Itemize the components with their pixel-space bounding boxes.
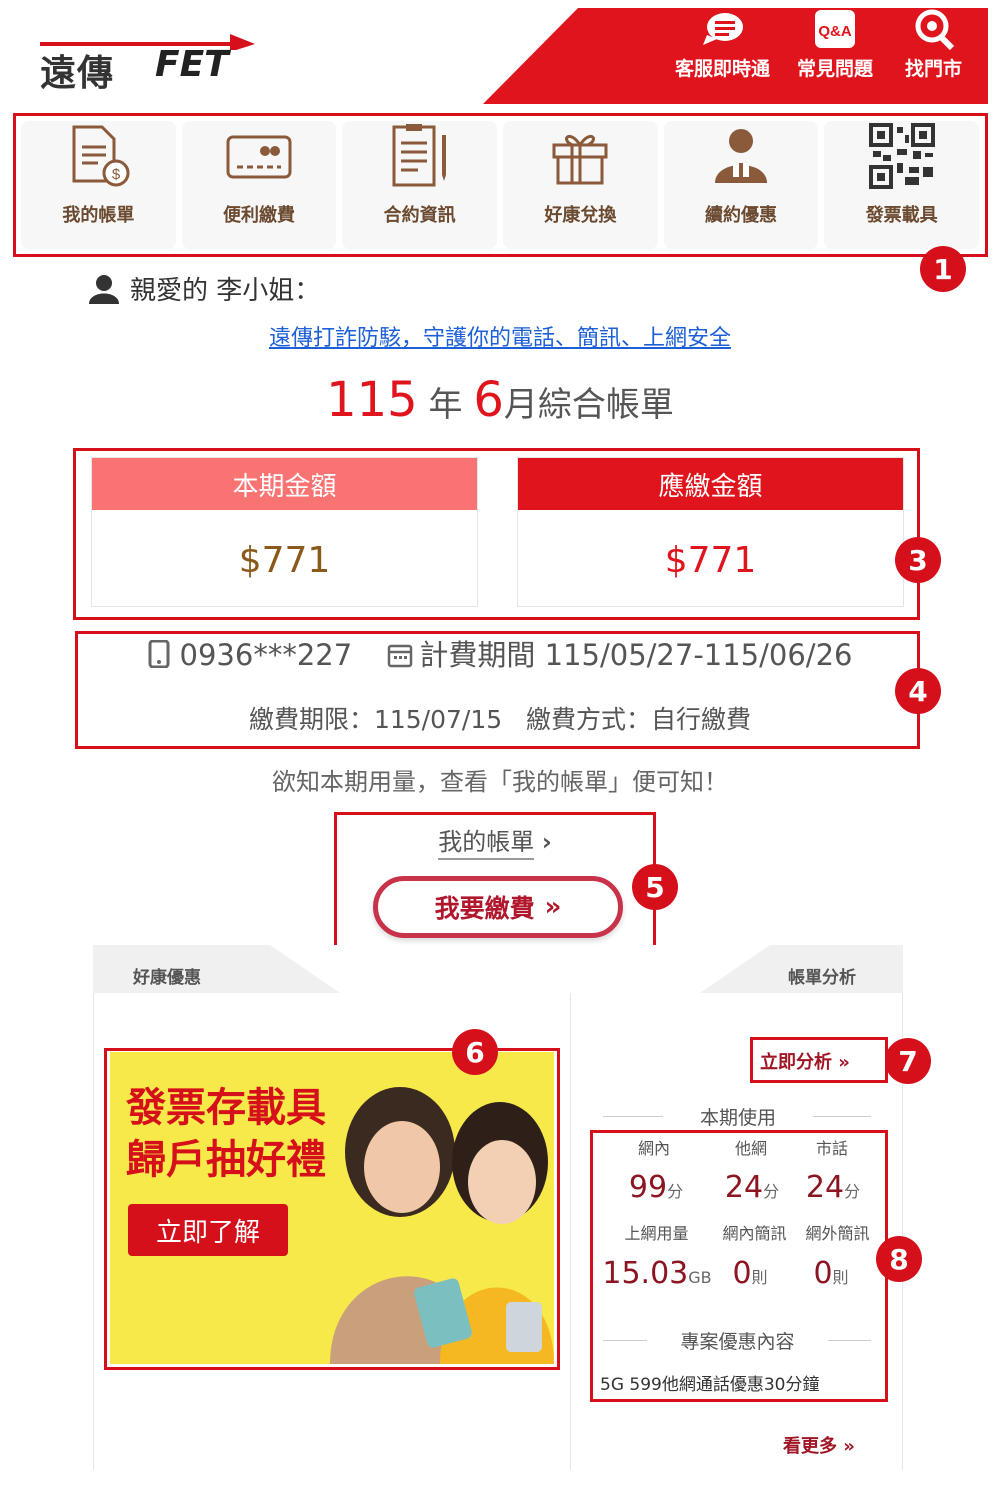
chat-service-button[interactable]: 客服即時通: [675, 8, 770, 81]
usage-title-line-right: [813, 1116, 871, 1117]
see-more-link[interactable]: 看更多 »: [783, 1432, 855, 1458]
tab-bill-analysis[interactable]: 帳單分析: [788, 963, 856, 988]
tab-notch: [270, 945, 770, 993]
location-icon: [912, 8, 956, 50]
qa-icon: Q&A: [813, 8, 857, 50]
chat-icon: [701, 8, 745, 50]
bill-year: 115: [326, 372, 418, 428]
chat-service-label: 客服即時通: [675, 58, 771, 80]
marker-6: 6: [452, 1029, 498, 1075]
annotation-box-4: [75, 631, 920, 749]
usage-title: 本期使用: [699, 1107, 776, 1129]
marker-3: 3: [895, 537, 941, 583]
marker-4: 4: [895, 668, 941, 714]
double-chevron-icon: »: [843, 1436, 855, 1457]
find-store-button[interactable]: 找門市: [905, 8, 962, 81]
fet-logo[interactable]: 遠傳 FET: [40, 20, 260, 94]
see-more-label: 看更多: [783, 1436, 837, 1457]
marker-5: 5: [632, 864, 678, 910]
annotation-box-6: [104, 1048, 560, 1370]
find-store-label: 找門市: [905, 58, 963, 80]
annotation-box-3: [73, 448, 920, 620]
faq-label: 常見問題: [797, 58, 874, 80]
user-icon: [89, 274, 119, 304]
tab-offers[interactable]: 好康優惠: [133, 963, 201, 988]
annotation-box-8: [590, 1130, 888, 1402]
bill-month: 6: [473, 372, 504, 428]
annotation-box-5: [334, 812, 656, 954]
svg-text:Q&A: Q&A: [818, 23, 852, 40]
greeting: 親愛的 李小姐：: [88, 270, 320, 307]
usage-title-line-left: [603, 1116, 663, 1117]
marker-7: 7: [885, 1038, 931, 1084]
bill-title-suffix: 月綜合帳單: [503, 385, 674, 425]
usage-hint: 欲知本期用量，查看「我的帳單」便可知！: [272, 768, 728, 796]
marker-1: 1: [920, 246, 966, 292]
greeting-text: 親愛的 李小姐：: [130, 276, 321, 306]
marker-8: 8: [876, 1236, 922, 1282]
annotation-box-1: [13, 113, 988, 257]
logo-brand: FET: [155, 44, 229, 85]
column-divider: [570, 993, 571, 1470]
annotation-box-7: [750, 1037, 888, 1083]
bill-year-unit: 年: [428, 385, 463, 425]
bill-title: 115 年 6月綜合帳單: [0, 372, 1000, 428]
faq-button[interactable]: Q&A 常見問題: [797, 8, 873, 81]
logo-text: 遠傳: [40, 53, 115, 94]
anti-fraud-link[interactable]: 遠傳打詐防駭，守護你的電話、簡訊、上網安全: [0, 320, 1000, 352]
